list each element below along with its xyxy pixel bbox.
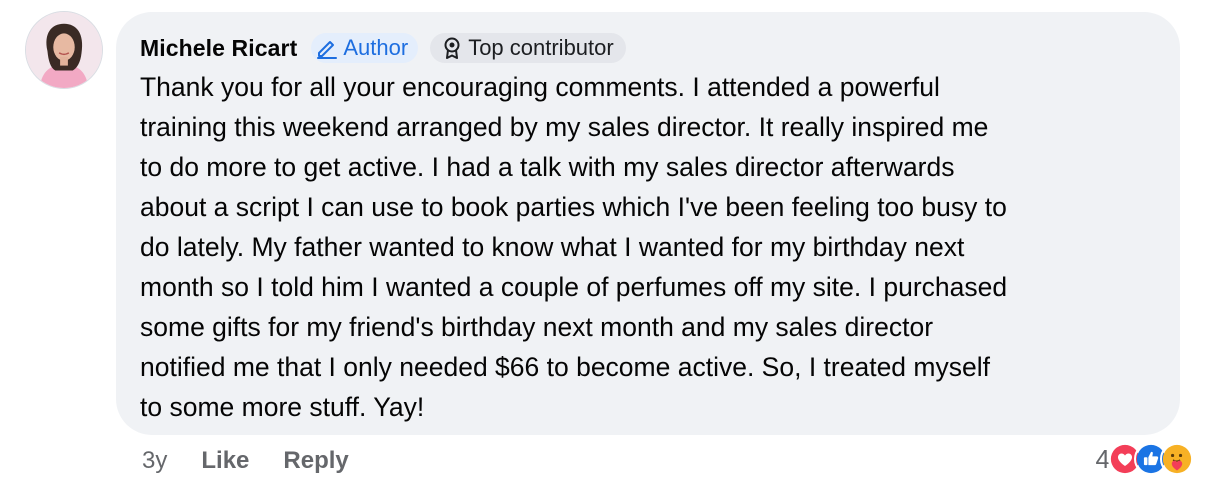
timestamp[interactable]: 3y [142,447,167,475]
reactions-summary[interactable]: 4 [1096,440,1194,478]
top-contributor-label: Top contributor [468,35,614,60]
like-button[interactable]: Like [201,447,249,475]
comment-footer: 3y Like Reply [142,444,383,478]
care-icon [1160,442,1194,476]
author-badge: Author [311,33,419,63]
reply-button[interactable]: Reply [283,447,348,475]
top-contributor-badge[interactable]: Top contributor [430,33,626,63]
pencil-icon [317,41,338,59]
profile-photo [26,12,102,88]
author-name[interactable]: Michele Ricart [140,35,297,62]
avatar[interactable] [25,11,103,89]
comment-text: Thank you for all your encouraging comme… [140,72,1008,422]
author-badge-label: Author [343,35,409,60]
medal-icon [444,37,460,59]
comment-bubble: Michele Ricart Author Top contributor Th… [116,12,1180,435]
comment-header: Michele Ricart Author Top contributor [140,32,1156,64]
